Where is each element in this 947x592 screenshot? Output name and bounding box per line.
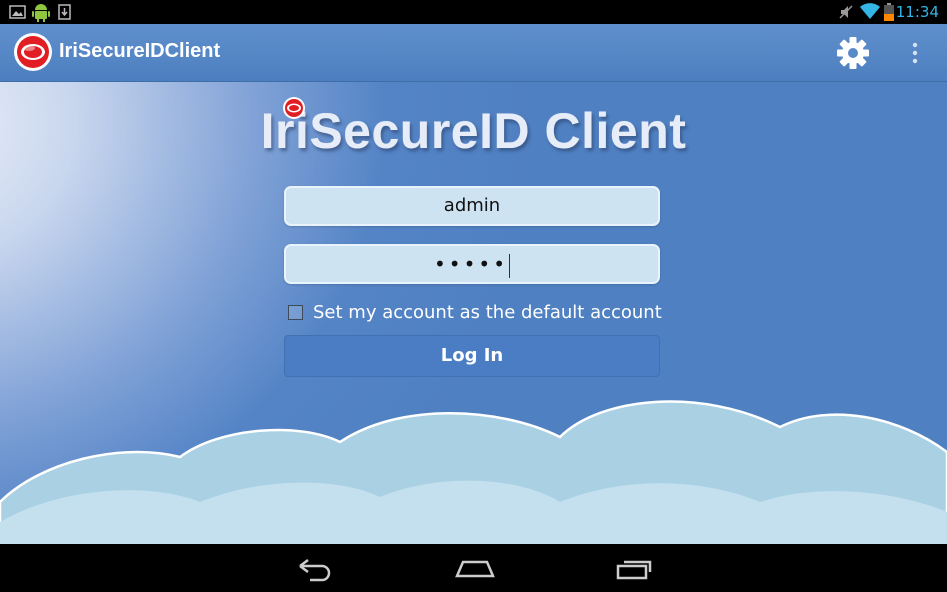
- default-account-checkbox[interactable]: [288, 305, 303, 320]
- download-icon: [58, 4, 71, 20]
- password-value: •••••: [434, 252, 508, 276]
- username-input[interactable]: admin: [284, 186, 660, 226]
- gallery-icon: [9, 5, 26, 19]
- recent-apps-icon[interactable]: [612, 554, 656, 584]
- back-icon[interactable]: [292, 554, 336, 584]
- status-bar: 11:34: [0, 0, 947, 24]
- irisecure-eye-icon: [283, 97, 305, 119]
- navigation-bar: [0, 544, 947, 592]
- gear-icon: [837, 37, 869, 69]
- password-input[interactable]: •••••: [284, 244, 660, 284]
- android-icon: [32, 4, 50, 22]
- overflow-menu-icon: [912, 42, 918, 64]
- irisecure-logo-icon: [14, 33, 52, 71]
- text-cursor: [508, 253, 510, 278]
- battery-icon: [884, 3, 894, 21]
- settings-button[interactable]: [834, 34, 872, 72]
- clock: 11:34: [895, 3, 939, 21]
- home-icon[interactable]: [453, 554, 497, 584]
- wifi-icon: [860, 3, 880, 19]
- mute-icon: [839, 5, 853, 19]
- action-bar: IriSecureIDClient: [0, 24, 947, 82]
- default-account-label: Set my account as the default account: [313, 302, 662, 323]
- overflow-menu-button[interactable]: [900, 34, 930, 72]
- login-screen: IriSecureID Client admin ••••• Set my ac…: [0, 82, 947, 544]
- brand-heading-text: IriSecureID Client: [260, 103, 687, 159]
- app-title: IriSecureIDClient: [59, 40, 221, 62]
- username-value: admin: [443, 195, 501, 216]
- brand-heading: IriSecureID Client: [0, 102, 947, 160]
- login-button[interactable]: Log In: [284, 335, 660, 377]
